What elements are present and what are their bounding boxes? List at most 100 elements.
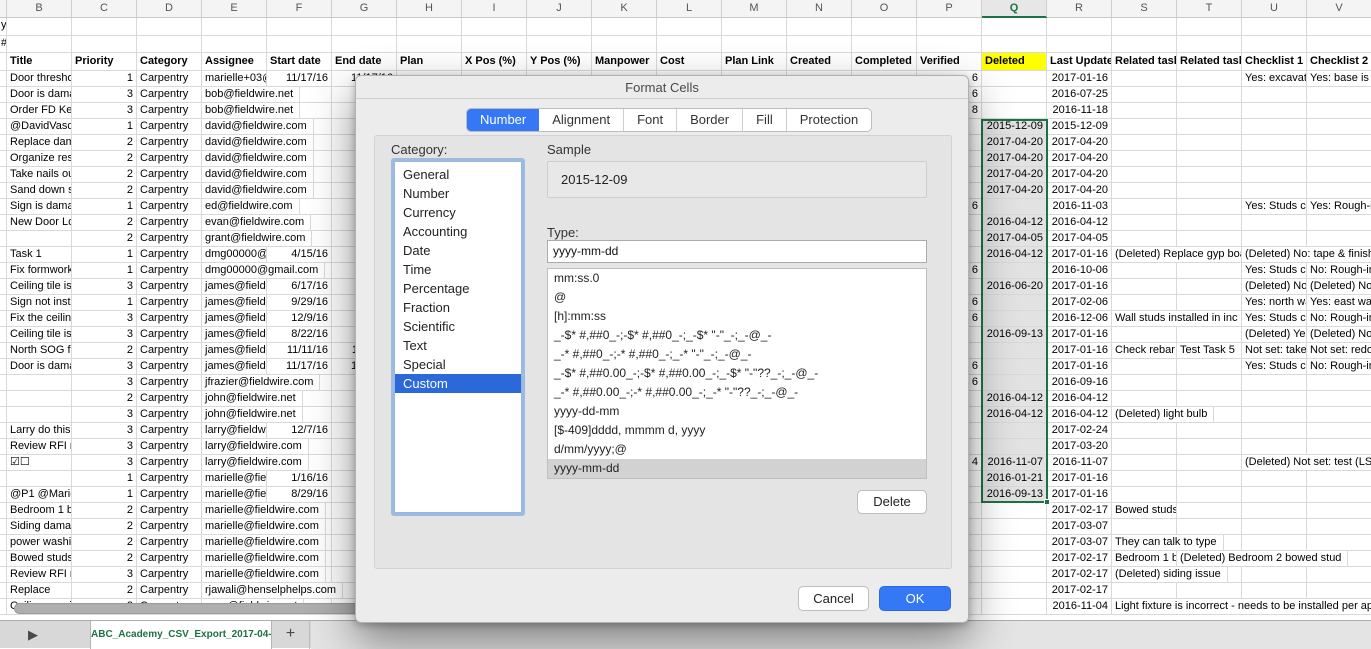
grid-cell-c26[interactable]: 3 bbox=[72, 423, 137, 439]
grid-cell-a[interactable] bbox=[0, 599, 7, 615]
grid-cell-b11[interactable]: Sand down s bbox=[7, 183, 72, 199]
grid-cell-q34[interactable] bbox=[982, 551, 1047, 567]
grid-cell-c24[interactable]: 2 bbox=[72, 391, 137, 407]
grid-cell-b[interactable] bbox=[7, 36, 72, 53]
grid-cell-s31[interactable]: Bowed studs bbox=[1112, 503, 1177, 519]
grid-cell-e8[interactable]: david@fieldwire.com bbox=[202, 135, 314, 151]
grid-cell-q35[interactable] bbox=[982, 567, 1047, 583]
grid-cell-b12[interactable]: Sign is dama bbox=[7, 199, 72, 215]
grid-cell-u13[interactable] bbox=[1242, 215, 1307, 231]
grid-cell-a[interactable] bbox=[0, 359, 7, 375]
grid-cell-t34[interactable]: (Deleted) Bedroom 2 bowed stud bbox=[1177, 551, 1348, 567]
grid-cell-e32[interactable]: marielle@fieldwire.com bbox=[202, 519, 326, 535]
grid-cell-s35[interactable]: (Deleted) siding issue bbox=[1112, 567, 1228, 583]
grid-cell-v29[interactable] bbox=[1307, 471, 1371, 487]
grid-cell-t27[interactable] bbox=[1177, 439, 1242, 455]
grid-cell-v21[interactable]: Not set: redo bbox=[1307, 343, 1371, 359]
grid-cell-g[interactable] bbox=[332, 18, 397, 36]
grid-cell-a[interactable] bbox=[0, 535, 7, 551]
grid-cell-t11[interactable] bbox=[1177, 183, 1242, 199]
grid-cell-yp[interactable] bbox=[527, 36, 592, 53]
grid-cell-u29[interactable] bbox=[1242, 471, 1307, 487]
column-header-k[interactable]: K bbox=[592, 0, 657, 18]
grid-cell-r37[interactable]: 2016-11-04 bbox=[1047, 599, 1112, 615]
grid-cell-q8[interactable]: 2017-04-20 bbox=[982, 135, 1047, 151]
grid-cell-f21[interactable]: 11/11/16 bbox=[267, 343, 332, 359]
grid-cell-v31[interactable] bbox=[1307, 503, 1371, 519]
column-header-g[interactable]: G bbox=[332, 0, 397, 18]
column-header-i[interactable]: I bbox=[462, 0, 527, 18]
grid-cell-c13[interactable]: 2 bbox=[72, 215, 137, 231]
grid-cell-f[interactable] bbox=[267, 18, 332, 36]
dialog-tab-font[interactable]: Font bbox=[624, 109, 677, 131]
grid-cell-s24[interactable] bbox=[1112, 391, 1177, 407]
grid-cell-t13[interactable] bbox=[1177, 215, 1242, 231]
field-header-p[interactable]: Verified bbox=[917, 53, 982, 71]
grid-cell-s5[interactable] bbox=[1112, 87, 1177, 103]
grid-cell-s15[interactable]: (Deleted) Replace gyp boa bbox=[1112, 247, 1242, 263]
grid-cell-yp[interactable] bbox=[527, 18, 592, 36]
grid-cell-d25[interactable]: Carpentry bbox=[137, 407, 202, 423]
category-item-percentage[interactable]: Percentage bbox=[395, 279, 521, 298]
grid-cell-s28[interactable] bbox=[1112, 455, 1177, 471]
grid-cell-q18[interactable] bbox=[982, 295, 1047, 311]
grid-cell-t20[interactable] bbox=[1177, 327, 1242, 343]
grid-cell-e9[interactable]: david@fieldwire.com bbox=[202, 151, 314, 167]
grid-cell-u35[interactable] bbox=[1242, 567, 1307, 583]
grid-cell-r26[interactable]: 2017-02-24 bbox=[1047, 423, 1112, 439]
grid-cell-c12[interactable]: 1 bbox=[72, 199, 137, 215]
grid-cell-q23[interactable] bbox=[982, 375, 1047, 391]
grid-cell-r25[interactable]: 2016-04-12 bbox=[1047, 407, 1112, 423]
grid-cell-q28[interactable]: 2016-11-07 bbox=[982, 455, 1047, 471]
grid-cell-a[interactable] bbox=[0, 311, 7, 327]
sheet-tab-scroll-icon[interactable]: ▶ bbox=[18, 625, 48, 645]
grid-cell-r10[interactable]: 2017-04-20 bbox=[1047, 167, 1112, 183]
grid-cell-v36[interactable] bbox=[1307, 583, 1371, 599]
grid-cell-f4[interactable]: 11/17/16 bbox=[267, 71, 332, 87]
grid-cell-v9[interactable] bbox=[1307, 151, 1371, 167]
grid-cell-s23[interactable] bbox=[1112, 375, 1177, 391]
grid-cell-a[interactable] bbox=[0, 87, 7, 103]
grid-cell-a[interactable] bbox=[0, 53, 7, 71]
grid-cell-c28[interactable]: 3 bbox=[72, 455, 137, 471]
grid-cell-a[interactable] bbox=[0, 327, 7, 343]
column-header-b[interactable]: B bbox=[7, 0, 72, 18]
grid-cell-c30[interactable]: 1 bbox=[72, 487, 137, 503]
grid-cell-a[interactable] bbox=[0, 279, 7, 295]
grid-cell-d34[interactable]: Carpentry bbox=[137, 551, 202, 567]
grid-cell-t36[interactable] bbox=[1177, 583, 1242, 599]
format-code-item[interactable]: _-* #,##0.00_-;-* #,##0.00_-;_-* "-"??_-… bbox=[548, 383, 926, 402]
grid-cell-d29[interactable]: Carpentry bbox=[137, 471, 202, 487]
field-header-o[interactable]: Completed bbox=[852, 53, 917, 71]
grid-cell-e[interactable] bbox=[202, 18, 267, 36]
format-code-item[interactable]: yyyy-mm-dd bbox=[548, 459, 926, 478]
grid-cell-a[interactable] bbox=[0, 231, 7, 247]
category-item-fraction[interactable]: Fraction bbox=[395, 298, 521, 317]
grid-cell-q11[interactable]: 2017-04-20 bbox=[982, 183, 1047, 199]
grid-cell-v23[interactable] bbox=[1307, 375, 1371, 391]
grid-cell-s18[interactable] bbox=[1112, 295, 1177, 311]
column-header-m[interactable]: M bbox=[722, 0, 787, 18]
grid-cell-q32[interactable] bbox=[982, 519, 1047, 535]
grid-cell-d9[interactable]: Carpentry bbox=[137, 151, 202, 167]
grid-cell-e15[interactable]: dmg00000@ bbox=[202, 247, 267, 263]
grid-cell-r35[interactable]: 2017-02-17 bbox=[1047, 567, 1112, 583]
grid-cell-a[interactable] bbox=[0, 423, 7, 439]
grid-cell-b32[interactable]: Siding damag bbox=[7, 519, 72, 535]
grid-cell-d33[interactable]: Carpentry bbox=[137, 535, 202, 551]
grid-cell-s11[interactable] bbox=[1112, 183, 1177, 199]
grid-cell-b26[interactable]: Larry do this bbox=[7, 423, 72, 439]
grid-cell-s25[interactable]: (Deleted) light bulb bbox=[1112, 407, 1214, 423]
category-item-custom[interactable]: Custom bbox=[395, 374, 521, 393]
grid-cell-u6[interactable] bbox=[1242, 103, 1307, 119]
grid-cell-f18[interactable]: 9/29/16 bbox=[267, 295, 332, 311]
grid-cell-v6[interactable] bbox=[1307, 103, 1371, 119]
field-header-n[interactable]: Created bbox=[787, 53, 852, 71]
grid-cell-t31[interactable] bbox=[1177, 503, 1242, 519]
grid-cell-q26[interactable] bbox=[982, 423, 1047, 439]
grid-cell-b33[interactable]: power washi bbox=[7, 535, 72, 551]
grid-cell-s13[interactable] bbox=[1112, 215, 1177, 231]
grid-cell-a[interactable] bbox=[0, 295, 7, 311]
grid-cell-u20[interactable]: (Deleted) Ye: bbox=[1242, 327, 1307, 343]
grid-cell-d35[interactable]: Carpentry bbox=[137, 567, 202, 583]
